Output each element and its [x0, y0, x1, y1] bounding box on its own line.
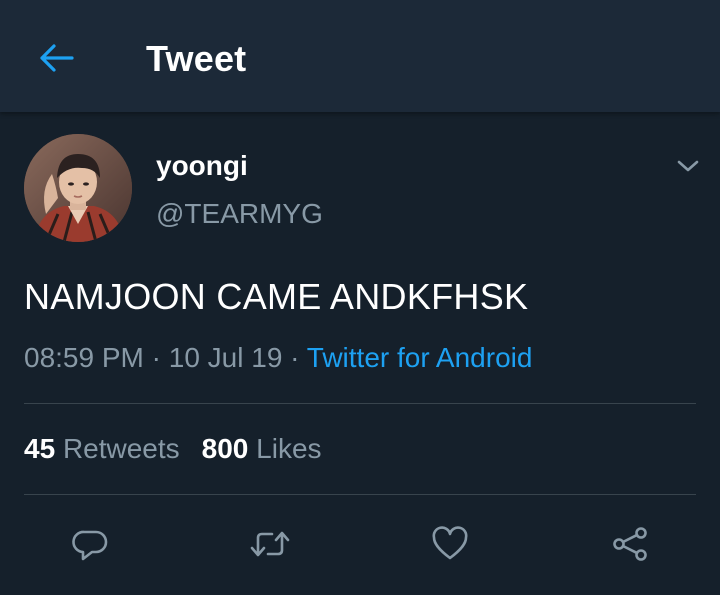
like-button[interactable]	[422, 516, 478, 572]
retweets-count: 45	[24, 433, 56, 464]
likes-stat[interactable]: 800 Likes	[202, 433, 322, 464]
retweet-icon	[250, 531, 290, 557]
share-button[interactable]	[602, 516, 658, 572]
divider	[24, 494, 696, 495]
arrow-left-icon	[40, 44, 74, 72]
back-button[interactable]	[30, 36, 82, 80]
tweet-options-button[interactable]	[668, 148, 708, 184]
author-display-name[interactable]: yoongi	[156, 150, 248, 182]
share-icon	[613, 527, 647, 561]
heart-icon	[432, 526, 468, 560]
tweet-source-link[interactable]: Twitter for Android	[307, 342, 533, 373]
tweet-actions-bar	[0, 516, 720, 572]
reply-icon	[72, 530, 108, 561]
likes-count: 800	[201, 433, 249, 464]
avatar[interactable]	[24, 134, 132, 242]
top-app-bar: Tweet	[0, 0, 720, 112]
tweet-metadata: 08:59 PM · 10 Jul 19 · Twitter for Andro…	[24, 342, 532, 374]
tweet-text: NAMJOON CAME ANDKFHSK	[24, 276, 529, 317]
tweet-screen: Tweet yoongi @TEARMYG NAMJOON CAME ANDKF…	[0, 0, 720, 595]
profile-photo	[24, 134, 132, 242]
meta-separator: ·	[290, 342, 300, 373]
retweet-button[interactable]	[242, 516, 298, 572]
chevron-down-icon	[677, 160, 699, 172]
author-handle[interactable]: @TEARMYG	[156, 198, 323, 230]
page-title: Tweet	[146, 38, 247, 79]
reply-button[interactable]	[62, 516, 118, 572]
retweets-stat[interactable]: 45 Retweets	[24, 433, 180, 464]
tweet-stats: 45 Retweets 800 Likes	[24, 433, 322, 465]
divider	[24, 403, 696, 404]
tweet-date: 10 Jul 19	[168, 342, 283, 373]
likes-label: Likes	[256, 433, 322, 464]
tweet-time: 08:59 PM	[24, 342, 144, 373]
retweets-label: Retweets	[62, 433, 180, 464]
meta-separator: ·	[151, 342, 161, 373]
